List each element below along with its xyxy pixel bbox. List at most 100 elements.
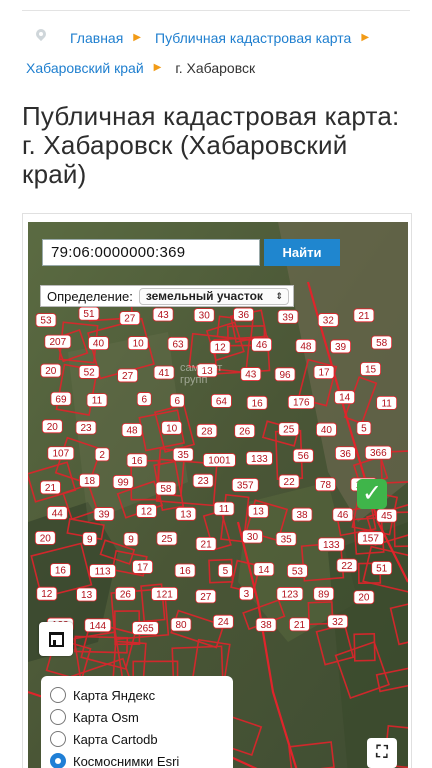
parcel-number-label[interactable]: 45 — [376, 508, 398, 523]
parcel-number-label[interactable]: 35 — [275, 532, 297, 546]
parcel-number-label[interactable]: 28 — [196, 423, 218, 438]
parcel-number-label[interactable]: 27 — [117, 368, 139, 383]
parcel-number-label[interactable]: 64 — [211, 393, 232, 408]
parcel-number-label[interactable]: 113 — [89, 564, 116, 578]
parcel-number-label[interactable]: 48 — [295, 338, 317, 353]
parcel-number-label[interactable]: 26 — [234, 423, 256, 438]
parcel-number-label[interactable]: 10 — [127, 336, 149, 351]
parcel-number-label[interactable]: 51 — [371, 561, 393, 575]
parcel-number-label[interactable]: 21 — [195, 536, 217, 551]
layer-option-cartodb[interactable]: Карта Cartodb — [41, 728, 233, 750]
parcel-number-label[interactable]: 12 — [36, 586, 58, 601]
parcel-number-label[interactable]: 69 — [50, 391, 72, 406]
parcel-number-label[interactable]: 9 — [82, 531, 98, 546]
definition-select[interactable]: земельный участок ⇕ — [138, 287, 289, 305]
fullscreen-button[interactable]: ⛶ — [367, 738, 397, 768]
parcel-number-label[interactable]: 12 — [209, 340, 231, 354]
parcel-number-label[interactable]: 22 — [278, 474, 300, 489]
parcel-number-label[interactable]: 89 — [313, 586, 335, 601]
cadastral-number-input[interactable] — [42, 239, 260, 266]
layer-option-esri[interactable]: Космоснимки Esri — [41, 750, 233, 768]
parcel-number-label[interactable]: 265 — [132, 621, 159, 636]
parcel-number-label[interactable]: 6 — [136, 392, 152, 406]
parcel-number-label[interactable]: 41 — [153, 365, 175, 380]
parcel-number-label[interactable]: 21 — [40, 480, 61, 495]
radio-button-selected[interactable] — [50, 753, 66, 768]
parcel-number-label[interactable]: 46 — [251, 337, 273, 352]
parcel-number-label[interactable]: 39 — [330, 339, 351, 354]
parcel-number-label[interactable]: 20 — [34, 531, 56, 545]
parcel-number-label[interactable]: 27 — [195, 589, 217, 604]
parcel-number-label[interactable]: 20 — [41, 419, 63, 434]
parcel-number-label[interactable]: 12 — [136, 504, 157, 518]
parcel-number-label[interactable]: 2 — [94, 447, 110, 462]
parcel-number-label[interactable]: 27 — [119, 311, 141, 326]
parcel-number-label[interactable]: 16 — [126, 453, 148, 468]
parcel-number-label[interactable]: 43 — [152, 307, 174, 322]
parcel-number-label[interactable]: 99 — [112, 475, 134, 489]
parcel-number-label[interactable]: 24 — [212, 614, 234, 629]
parcel-number-label[interactable]: 18 — [79, 473, 100, 488]
parcel-number-label[interactable]: 11 — [376, 395, 398, 410]
parcel-number-label[interactable]: 40 — [88, 336, 109, 351]
layer-option-yandex[interactable]: Карта Яндекс — [41, 684, 233, 706]
parcel-number-label[interactable]: 11 — [86, 393, 108, 408]
parcel-number-label[interactable]: 1001 — [203, 453, 236, 467]
parcel-number-label[interactable]: 16 — [246, 395, 268, 410]
parcel-number-label[interactable]: 32 — [317, 313, 339, 327]
parcel-number-label[interactable]: 176 — [287, 395, 315, 410]
parcel-number-label[interactable]: 20 — [40, 363, 62, 378]
map-logo-button[interactable] — [39, 622, 73, 656]
parcel-number-label[interactable]: 157 — [357, 531, 385, 546]
parcel-number-label[interactable]: 48 — [121, 423, 143, 437]
parcel-number-label[interactable]: 25 — [156, 531, 178, 546]
parcel-number-label[interactable]: 51 — [78, 306, 100, 321]
parcel-number-label[interactable]: 13 — [175, 506, 197, 521]
parcel-number-label[interactable]: 58 — [155, 481, 177, 496]
parcel-number-label[interactable]: 39 — [93, 507, 115, 521]
parcel-number-label[interactable]: 35 — [172, 447, 194, 462]
parcel-number-label[interactable]: 13 — [247, 504, 269, 519]
parcel-number-label[interactable]: 39 — [277, 309, 299, 324]
radio-button[interactable] — [50, 731, 66, 747]
parcel-number-label[interactable]: 133 — [246, 451, 273, 466]
parcel-number-label[interactable]: 6 — [169, 393, 185, 408]
parcel-number-label[interactable]: 52 — [78, 365, 100, 379]
radio-button[interactable] — [50, 709, 66, 725]
parcel-number-label[interactable]: 53 — [287, 563, 308, 578]
parcel-number-label[interactable]: 22 — [336, 558, 358, 573]
parcel-number-label[interactable]: 357 — [231, 478, 259, 492]
parcel-number-label[interactable]: 5 — [217, 563, 233, 578]
parcel-number-label[interactable]: 16 — [50, 563, 71, 578]
parcel-number-label[interactable]: 11 — [213, 501, 235, 516]
parcel-number-label[interactable]: 36 — [335, 446, 356, 461]
parcel-number-label[interactable]: 53 — [35, 313, 57, 327]
parcel-number-label[interactable]: 14 — [334, 390, 356, 405]
parcel-number-label[interactable]: 23 — [75, 420, 97, 435]
parcel-number-label[interactable]: 133 — [317, 537, 345, 552]
parcel-number-label[interactable]: 10 — [161, 420, 183, 435]
radio-button[interactable] — [50, 687, 66, 703]
breadcrumb-public-map[interactable]: Публичная кадастровая карта — [155, 24, 351, 52]
parcel-number-label[interactable]: 23 — [192, 473, 214, 488]
parcel-number-label[interactable]: 40 — [316, 422, 337, 437]
parcel-number-label[interactable]: 26 — [115, 586, 136, 601]
parcel-number-label[interactable]: 21 — [289, 617, 310, 632]
parcel-number-label[interactable]: 30 — [193, 308, 215, 323]
parcel-number-label[interactable]: 25 — [278, 422, 300, 437]
parcel-number-label[interactable]: 44 — [46, 506, 68, 520]
parcel-number-label[interactable]: 9 — [123, 532, 139, 547]
parcel-number-label[interactable]: 96 — [274, 367, 296, 382]
parcel-number-label[interactable]: 15 — [360, 362, 381, 376]
parcel-number-label[interactable]: 43 — [240, 367, 262, 381]
breadcrumb-home[interactable]: Главная — [70, 24, 123, 52]
parcel-number-label[interactable]: 30 — [242, 529, 263, 544]
layer-option-osm[interactable]: Карта Osm — [41, 706, 233, 728]
parcel-number-label[interactable]: 17 — [132, 559, 154, 574]
find-button[interactable]: Найти — [264, 239, 340, 266]
parcel-number-label[interactable]: 3 — [238, 586, 254, 601]
parcel-number-label[interactable]: 80 — [170, 617, 192, 632]
breadcrumb-region[interactable]: Хабаровский край — [26, 54, 144, 82]
parcel-number-label[interactable]: 38 — [291, 507, 313, 522]
cadastral-map[interactable]: 53 51 27 43 30 36 39 32 21 207 40 10 63 12 46 48 39 58 20 5… — [28, 222, 408, 768]
